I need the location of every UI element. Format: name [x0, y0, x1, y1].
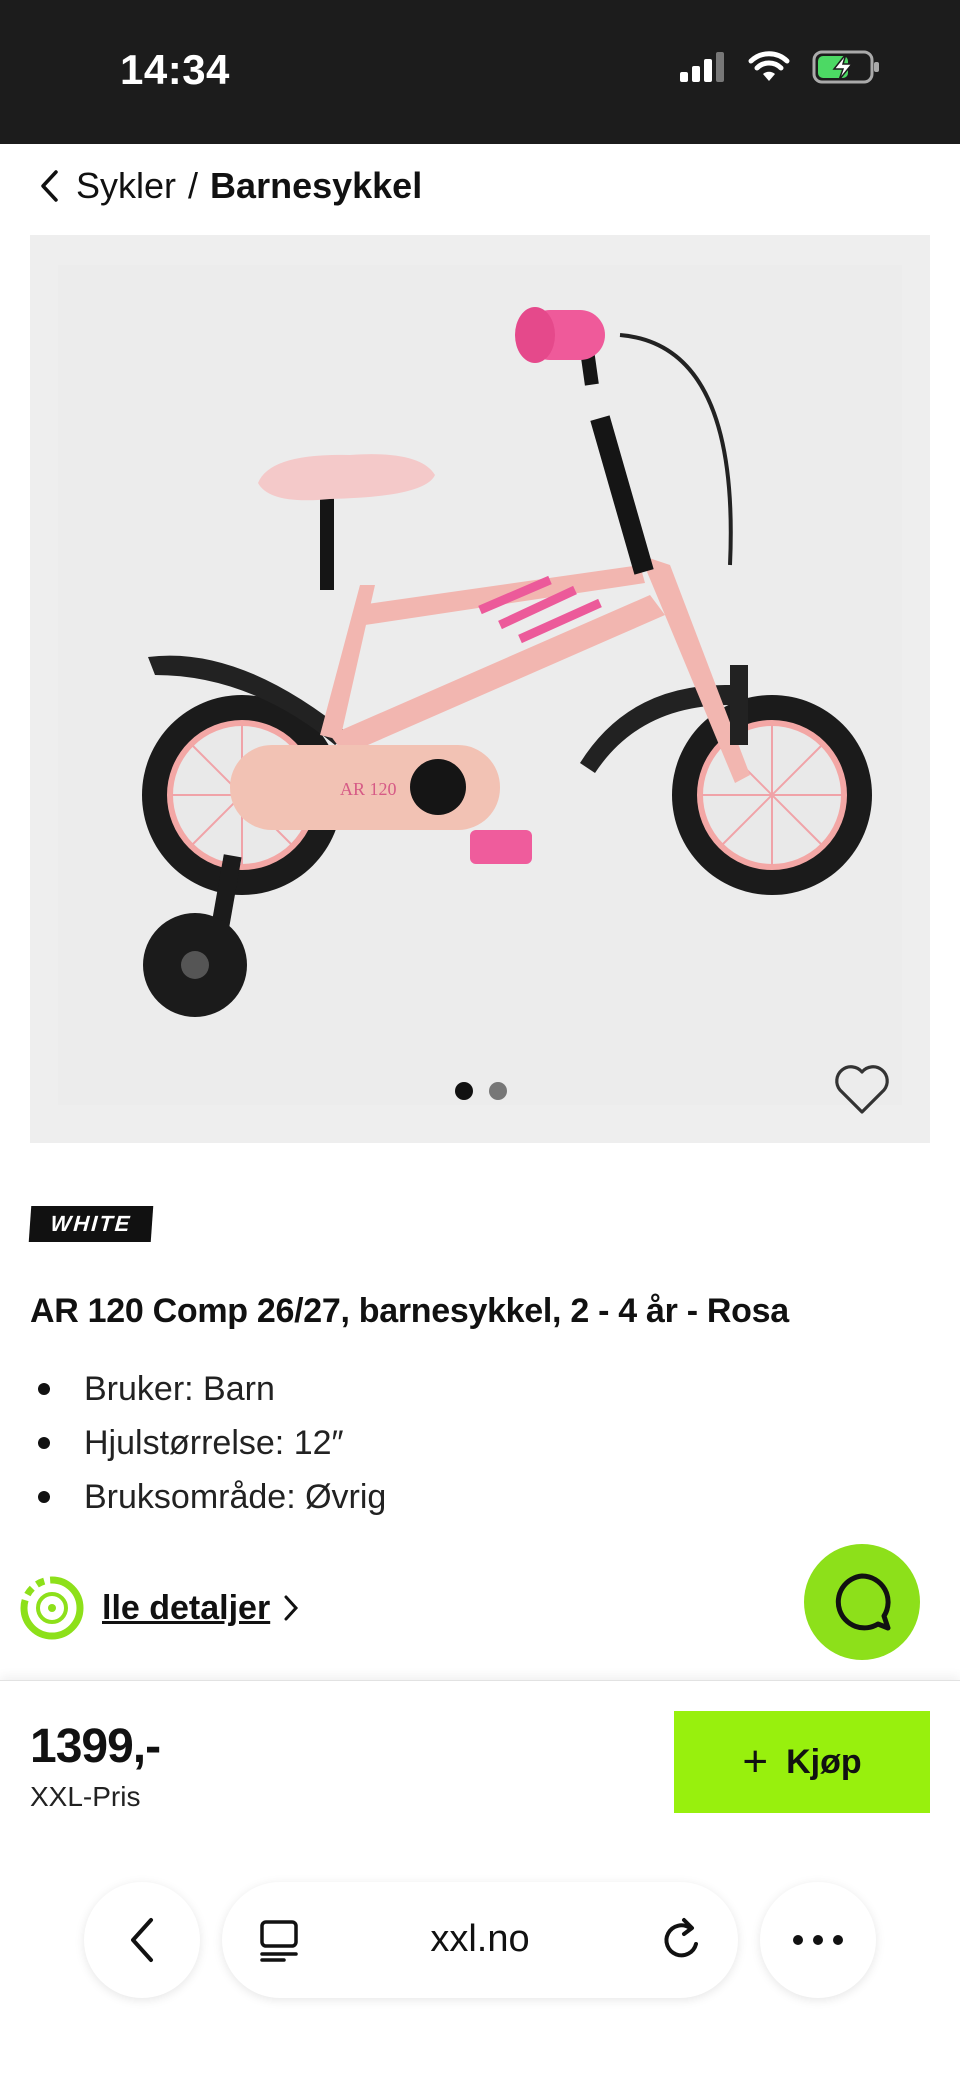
status-bar: 14:34 — [0, 0, 960, 144]
chevron-left-icon — [131, 1918, 153, 1962]
breadcrumb-parent-link[interactable]: Sykler — [76, 165, 176, 207]
breadcrumb-current: Barnesykkel — [210, 165, 423, 206]
breadcrumb: Sykler / Barnesykkel — [38, 160, 422, 212]
bullet-icon — [38, 1437, 50, 1449]
browser-toolbar: xxl.no — [0, 1840, 960, 2081]
brand-logo[interactable]: WHITE — [28, 1206, 154, 1242]
gallery-dot-2[interactable] — [489, 1082, 507, 1100]
spec-item: Hjulstørrelse: 12″ — [30, 1416, 386, 1470]
battery-charging-icon — [812, 50, 879, 84]
spec-item: Bruker: Barn — [30, 1362, 386, 1416]
page: 14:34 Sykler / Barnesykkel AR 120 WHITE … — [0, 0, 960, 2081]
gallery-dot-1[interactable] — [455, 1082, 473, 1100]
spec-text: Bruker: Barn — [84, 1369, 275, 1408]
chevron-right-icon — [284, 1595, 299, 1621]
plus-icon: + — [742, 1737, 769, 1786]
wifi-icon — [748, 51, 790, 81]
gallery-pagination[interactable] — [455, 1082, 507, 1100]
bullet-icon — [38, 1491, 50, 1503]
status-icons — [680, 50, 880, 84]
product-title: AR 120 Comp 26/27, barnesykkel, 2 - 4 år… — [30, 1292, 789, 1330]
details-row[interactable]: lle detaljer — [18, 1574, 300, 1642]
spec-text: Bruksområde: Øvrig — [84, 1477, 387, 1516]
browser-back-button[interactable] — [84, 1882, 200, 1998]
cellular-signal-icon — [680, 52, 724, 82]
breadcrumb-separator: / — [188, 165, 199, 206]
price-label: XXL-Pris — [30, 1781, 141, 1812]
browser-more-button[interactable] — [760, 1882, 876, 1998]
spec-text: Hjulstørrelse: 12″ — [84, 1423, 344, 1462]
product-image[interactable]: AR 120 — [30, 235, 930, 1143]
product-image-gallery[interactable]: AR 120 — [30, 235, 930, 1143]
product-price: 1399,- — [30, 1720, 161, 1773]
status-time: 14:34 — [120, 46, 230, 93]
reload-icon[interactable] — [660, 1916, 704, 1964]
chat-button[interactable] — [804, 1544, 920, 1660]
price-bar: 1399,- XXL-Pris + Kjøp — [0, 1680, 960, 1840]
bullet-icon — [38, 1383, 50, 1395]
favorite-heart-icon[interactable] — [832, 1060, 892, 1116]
buy-button[interactable]: + Kjøp — [674, 1711, 930, 1813]
bike-refresh-icon — [20, 1576, 84, 1640]
more-dots-icon — [793, 1935, 843, 1945]
chat-bubble-icon — [835, 1573, 891, 1631]
spec-item: Bruksområde: Øvrig — [30, 1470, 386, 1524]
product-specs: Bruker: Barn Hjulstørrelse: 12″ Bruksomr… — [30, 1362, 386, 1524]
address-bar[interactable]: xxl.no — [222, 1882, 738, 1998]
details-link[interactable]: lle detaljer — [102, 1589, 270, 1628]
frame-label: AR 120 — [340, 779, 397, 799]
buy-button-label: Kjøp — [786, 1742, 862, 1781]
back-chevron-icon[interactable] — [38, 166, 68, 206]
